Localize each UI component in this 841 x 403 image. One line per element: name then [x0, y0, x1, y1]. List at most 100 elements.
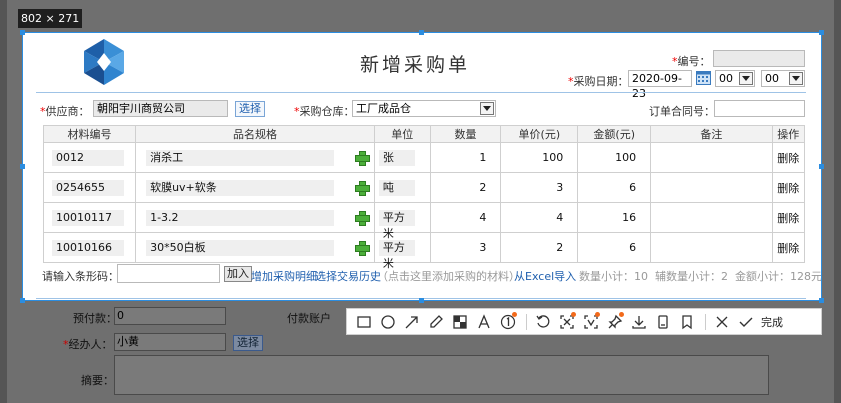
- text-icon[interactable]: [473, 311, 495, 333]
- code-cell[interactable]: 10010166: [52, 239, 124, 256]
- resize-handle[interactable]: [20, 30, 25, 35]
- table-row: 0012 消杀工 张 1 100 100 删除: [42, 142, 806, 173]
- note-cell[interactable]: [650, 172, 773, 203]
- mosaic-icon[interactable]: [449, 311, 471, 333]
- add-row-icon[interactable]: [354, 211, 370, 226]
- calendar-icon[interactable]: [696, 71, 711, 85]
- add-row-icon[interactable]: [354, 181, 370, 196]
- bookmark-icon[interactable]: [676, 311, 698, 333]
- qty-cell[interactable]: 4: [429, 202, 502, 233]
- supplier-label: *供应商：: [40, 105, 90, 118]
- cancel-icon[interactable]: [711, 311, 733, 333]
- qty-cell[interactable]: 1: [429, 142, 502, 173]
- handler-select-button[interactable]: 选择: [233, 335, 263, 351]
- prepaid-input[interactable]: 0: [114, 307, 226, 325]
- name-cell[interactable]: 消杀工: [146, 149, 335, 166]
- hour-select[interactable]: 00: [715, 70, 755, 87]
- amount-cell[interactable]: 100: [577, 142, 652, 173]
- add-row-icon[interactable]: [354, 241, 370, 256]
- table-row: 0254655 软膜uv+软条 吨 2 3 6 删除: [42, 172, 806, 203]
- select-history-link[interactable]: 选择交易历史: [315, 268, 381, 284]
- hint-text: （点击这里添加采购的材料）: [377, 270, 520, 283]
- arrow-icon[interactable]: [401, 311, 423, 333]
- delete-link[interactable]: 删除: [771, 142, 806, 173]
- resize-handle[interactable]: [419, 30, 424, 35]
- translate-icon[interactable]: [580, 311, 602, 333]
- unit-cell[interactable]: 吨: [378, 179, 415, 196]
- pen-icon[interactable]: [425, 311, 447, 333]
- barcode-input[interactable]: [117, 264, 220, 283]
- code-cell[interactable]: 10010117: [52, 209, 124, 226]
- delete-link[interactable]: 删除: [771, 232, 806, 263]
- price-cell[interactable]: 3: [500, 172, 579, 203]
- table-header: 操作: [771, 125, 806, 143]
- screenshot-toolbar: 完成: [346, 308, 822, 335]
- note-cell[interactable]: [650, 202, 773, 233]
- note-cell[interactable]: [650, 142, 773, 173]
- pin-icon[interactable]: [604, 311, 626, 333]
- ocr-icon[interactable]: [556, 311, 578, 333]
- code-cell[interactable]: 0012: [52, 149, 124, 166]
- excel-import-link[interactable]: 从Excel导入: [514, 268, 576, 284]
- long-screenshot-icon[interactable]: [652, 311, 674, 333]
- warehouse-value: 工厂成品仓: [356, 102, 411, 115]
- handler-input[interactable]: 小黄: [114, 333, 226, 351]
- qty-cell[interactable]: 2: [429, 172, 502, 203]
- supplier-input[interactable]: 朝阳宇川商贸公司: [93, 100, 228, 117]
- confirm-icon[interactable]: [735, 311, 757, 333]
- barcode-label: 请输入条形码：: [42, 270, 119, 283]
- name-cell[interactable]: 30*50白板: [146, 239, 335, 256]
- purchase-date-input[interactable]: 2020-09-23: [628, 70, 692, 100]
- price-cell[interactable]: 100: [500, 142, 579, 173]
- price-cell[interactable]: 2: [500, 232, 579, 263]
- qty-cell[interactable]: 3: [429, 232, 502, 263]
- number-marker-icon[interactable]: [497, 311, 519, 333]
- toolbar-divider: [526, 313, 527, 330]
- warehouse-label: *采购仓库：: [294, 105, 355, 118]
- unit-cell[interactable]: 张: [378, 149, 415, 166]
- prepaid-label: 预付款：: [73, 312, 117, 325]
- company-logo-icon: [84, 39, 124, 85]
- supplier-select-button[interactable]: 选择: [235, 101, 265, 117]
- page-title: 新增采购单: [360, 54, 471, 76]
- summary-text: 数量小计：10 辅数量小计：2 金额小计：128元: [579, 270, 822, 283]
- resize-handle[interactable]: [819, 298, 824, 303]
- resize-handle[interactable]: [819, 30, 824, 35]
- delete-link[interactable]: 删除: [771, 202, 806, 233]
- price-cell[interactable]: 4: [500, 202, 579, 233]
- unit-cell[interactable]: 平方米: [378, 209, 415, 240]
- delete-link[interactable]: 删除: [771, 172, 806, 203]
- add-barcode-button[interactable]: 加入: [224, 266, 252, 282]
- name-cell[interactable]: 软膜uv+软条: [146, 179, 335, 196]
- minute-select[interactable]: 00: [761, 70, 805, 87]
- capture-region: 新增采购单 *编号： *采购日期： 2020-09-23 00 00 *供应商：…: [22, 32, 822, 301]
- order-contract-input[interactable]: [714, 100, 805, 117]
- amount-cell[interactable]: 6: [577, 172, 652, 203]
- resize-handle[interactable]: [819, 164, 824, 169]
- purchase-date-label: *采购日期：: [568, 75, 629, 88]
- number-input[interactable]: [713, 50, 805, 67]
- done-button[interactable]: 完成: [761, 314, 783, 330]
- save-icon[interactable]: [628, 311, 650, 333]
- rectangle-icon[interactable]: [353, 311, 375, 333]
- unit-cell[interactable]: 平方米: [378, 239, 415, 270]
- items-table: 材料编号 品名规格 单位 数量 单价(元) 金额(元) 备注 操作 0012 消…: [42, 125, 806, 270]
- table-header: 备注: [650, 125, 773, 143]
- resize-handle[interactable]: [20, 298, 25, 303]
- table-header: 金额(元): [577, 125, 652, 143]
- resize-handle[interactable]: [20, 164, 25, 169]
- summary-textarea[interactable]: [114, 355, 769, 395]
- ellipse-icon[interactable]: [377, 311, 399, 333]
- name-cell[interactable]: 1-3.2: [146, 209, 335, 226]
- add-detail-link[interactable]: 增加采购明细: [251, 268, 317, 284]
- payment-account-label: 付款账户: [287, 312, 331, 325]
- add-row-icon[interactable]: [354, 151, 370, 166]
- resize-handle[interactable]: [419, 298, 424, 303]
- undo-icon[interactable]: [532, 311, 554, 333]
- note-cell[interactable]: [650, 232, 773, 263]
- code-cell[interactable]: 0254655: [52, 179, 124, 196]
- amount-cell[interactable]: 6: [577, 232, 652, 263]
- warehouse-select[interactable]: 工厂成品仓: [352, 100, 496, 117]
- table-row: 10010117 1-3.2 平方米 4 4 16 删除: [42, 202, 806, 240]
- amount-cell[interactable]: 16: [577, 202, 652, 233]
